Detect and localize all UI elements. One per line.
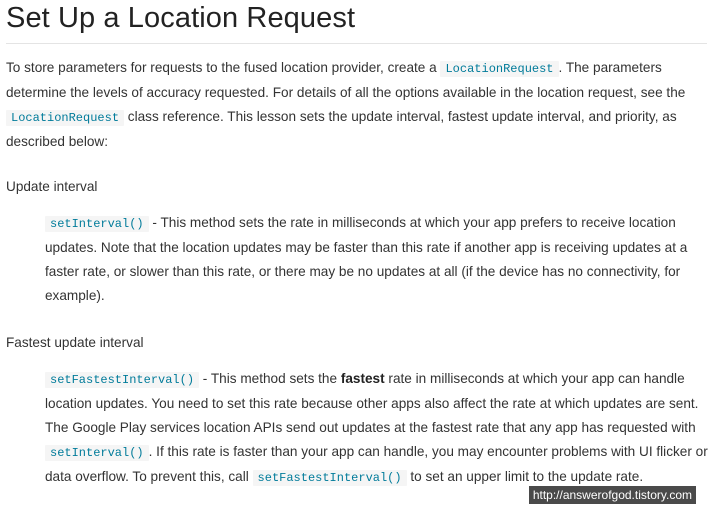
location-request-code-link[interactable]: LocationRequest — [440, 61, 559, 77]
update-interval-description: setInterval() - This method sets the rat… — [45, 211, 711, 308]
set-fastest-interval-code-link[interactable]: setFastestInterval() — [45, 372, 200, 388]
set-interval-inline-code-link[interactable]: setInterval() — [45, 445, 149, 461]
blog-watermark: http://answerofgod.tistory.com — [528, 486, 696, 504]
intro-text-1: To store parameters for requests to the … — [6, 60, 441, 75]
fastest-interval-heading: Fastest update interval — [6, 335, 144, 350]
fastest-text-4: to set an upper limit to the update rate… — [406, 469, 644, 484]
location-request-class-link[interactable]: LocationRequest — [6, 110, 125, 126]
document-page: Set Up a Location Request To store param… — [0, 0, 716, 510]
fastest-text-1: - This method sets the — [199, 371, 341, 386]
update-interval-heading: Update interval — [6, 179, 98, 194]
set-interval-code-link[interactable]: setInterval() — [45, 216, 149, 232]
fastest-interval-description: setFastestInterval() - This method sets … — [45, 367, 711, 490]
set-fastest-interval-inline-code-link[interactable]: setFastestInterval() — [252, 470, 407, 486]
page-title: Set Up a Location Request — [6, 2, 356, 34]
intro-paragraph: To store parameters for requests to the … — [6, 56, 712, 154]
title-divider — [6, 43, 707, 44]
fastest-bold-word: fastest — [340, 371, 385, 386]
